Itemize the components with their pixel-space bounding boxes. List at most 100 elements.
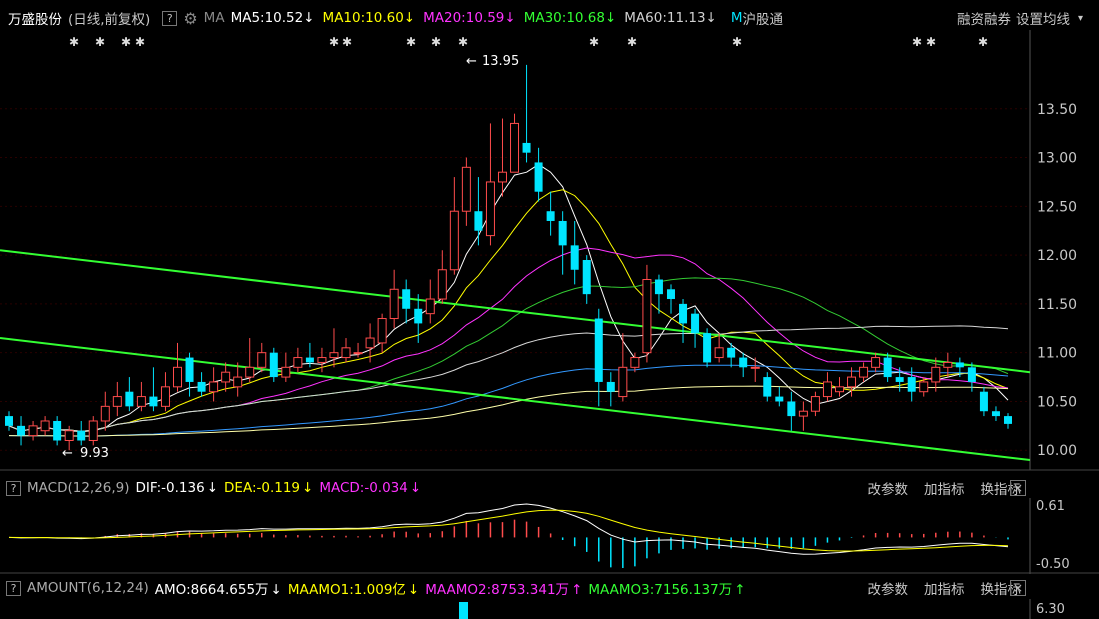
event-marker[interactable]: ✱: [926, 35, 936, 49]
candle[interactable]: [173, 342, 183, 392]
candle[interactable]: [389, 269, 399, 329]
candle[interactable]: [125, 377, 134, 412]
candle[interactable]: [798, 401, 808, 431]
ma-settings[interactable]: 设置均线 ▾: [1006, 8, 1089, 28]
add-indicator-button[interactable]: 加指标: [924, 578, 965, 598]
candle[interactable]: [979, 386, 988, 417]
candle[interactable]: [377, 313, 387, 353]
candle[interactable]: [750, 357, 760, 382]
candle[interactable]: [149, 367, 158, 412]
event-marker[interactable]: ✱: [458, 35, 468, 49]
candle[interactable]: [859, 362, 869, 382]
candle[interactable]: [112, 381, 122, 417]
candle[interactable]: [425, 279, 435, 324]
candle[interactable]: [353, 342, 363, 358]
candle[interactable]: [197, 372, 206, 397]
event-marker[interactable]: ✱: [978, 35, 988, 49]
event-marker[interactable]: ✱: [732, 35, 742, 49]
candle[interactable]: [160, 372, 170, 412]
candle[interactable]: [991, 406, 1000, 421]
candle[interactable]: [5, 411, 13, 431]
amount-chart[interactable]: 6.30: [0, 599, 1099, 619]
help-icon[interactable]: ?: [6, 480, 21, 496]
candle[interactable]: [53, 416, 62, 446]
candle[interactable]: [233, 362, 243, 397]
price-chart[interactable]: 13.50 13.00 12.50 12.00 11.50 11.00 10.50 10.00…: [0, 30, 1099, 500]
event-marker[interactable]: ✱: [95, 35, 105, 49]
candle[interactable]: [293, 347, 303, 373]
candle[interactable]: [895, 367, 904, 392]
candle[interactable]: [485, 123, 495, 246]
candle[interactable]: [88, 416, 98, 446]
candle[interactable]: [269, 347, 278, 382]
candle[interactable]: [402, 279, 411, 324]
event-marker[interactable]: ✱: [627, 35, 637, 49]
link-hgt[interactable]: 沪股通: [743, 8, 784, 28]
candle[interactable]: [185, 352, 194, 397]
candle[interactable]: [822, 372, 832, 402]
candle[interactable]: [437, 250, 447, 304]
candle[interactable]: [245, 338, 255, 382]
candle[interactable]: [570, 220, 579, 285]
candle[interactable]: [522, 64, 531, 163]
help-icon[interactable]: ?: [162, 10, 178, 26]
change-params-button[interactable]: 改参数: [868, 478, 909, 498]
candle[interactable]: [221, 362, 231, 392]
event-marker[interactable]: ✱: [589, 35, 599, 49]
candle[interactable]: [679, 299, 688, 343]
event-marker[interactable]: ✱: [912, 35, 922, 49]
close-icon[interactable]: ×: [1010, 480, 1026, 496]
candle[interactable]: [281, 352, 291, 382]
macd-chart[interactable]: 0.61 -0.50: [0, 498, 1099, 574]
event-marker[interactable]: ✱: [329, 35, 339, 49]
chevron-down-icon[interactable]: ▾: [1078, 13, 1083, 24]
candle[interactable]: [558, 211, 567, 275]
candle[interactable]: [449, 177, 459, 275]
link-ma-settings[interactable]: 设置均线: [1016, 8, 1070, 28]
candle[interactable]: [28, 420, 38, 441]
candle[interactable]: [714, 333, 724, 363]
candle[interactable]: [919, 377, 929, 397]
macd-name[interactable]: MACD(12,26,9): [27, 480, 130, 496]
candle[interactable]: [787, 391, 796, 431]
candle[interactable]: [810, 391, 820, 417]
candle[interactable]: [40, 416, 50, 436]
candle[interactable]: [618, 333, 628, 402]
candle[interactable]: [100, 391, 110, 431]
gear-icon[interactable]: ⚙: [183, 9, 197, 28]
candle[interactable]: [871, 352, 881, 373]
help-icon[interactable]: ?: [6, 580, 21, 596]
candle[interactable]: [365, 323, 375, 363]
change-params-button[interactable]: 改参数: [868, 578, 909, 598]
candle[interactable]: [546, 191, 555, 236]
add-indicator-button[interactable]: 加指标: [924, 478, 965, 498]
candle[interactable]: [703, 328, 712, 368]
candle[interactable]: [510, 113, 520, 173]
candle[interactable]: [77, 420, 86, 446]
candle[interactable]: [943, 352, 953, 378]
candle[interactable]: [883, 352, 892, 382]
candle[interactable]: [209, 367, 219, 402]
amount-name[interactable]: AMOUNT(6,12,24): [27, 580, 149, 596]
event-marker[interactable]: ✱: [135, 35, 145, 49]
candle[interactable]: [461, 157, 471, 226]
candle[interactable]: [775, 386, 784, 407]
candle[interactable]: [17, 416, 26, 446]
candle[interactable]: [1004, 413, 1012, 429]
stock-name[interactable]: 万盛股份: [8, 8, 62, 28]
candle[interactable]: [474, 177, 483, 246]
candle[interactable]: [739, 352, 748, 378]
candle[interactable]: [329, 328, 339, 368]
event-marker[interactable]: ✱: [121, 35, 131, 49]
candle[interactable]: [606, 372, 615, 407]
candle[interactable]: [534, 147, 543, 202]
candle[interactable]: [691, 308, 700, 348]
close-icon[interactable]: ×: [1010, 580, 1026, 596]
candle[interactable]: [582, 255, 591, 304]
candle[interactable]: [257, 342, 267, 373]
candle[interactable]: [666, 284, 675, 314]
event-marker[interactable]: ✱: [406, 35, 416, 49]
event-marker[interactable]: ✱: [342, 35, 352, 49]
candle[interactable]: [834, 377, 844, 397]
candle[interactable]: [763, 372, 772, 402]
